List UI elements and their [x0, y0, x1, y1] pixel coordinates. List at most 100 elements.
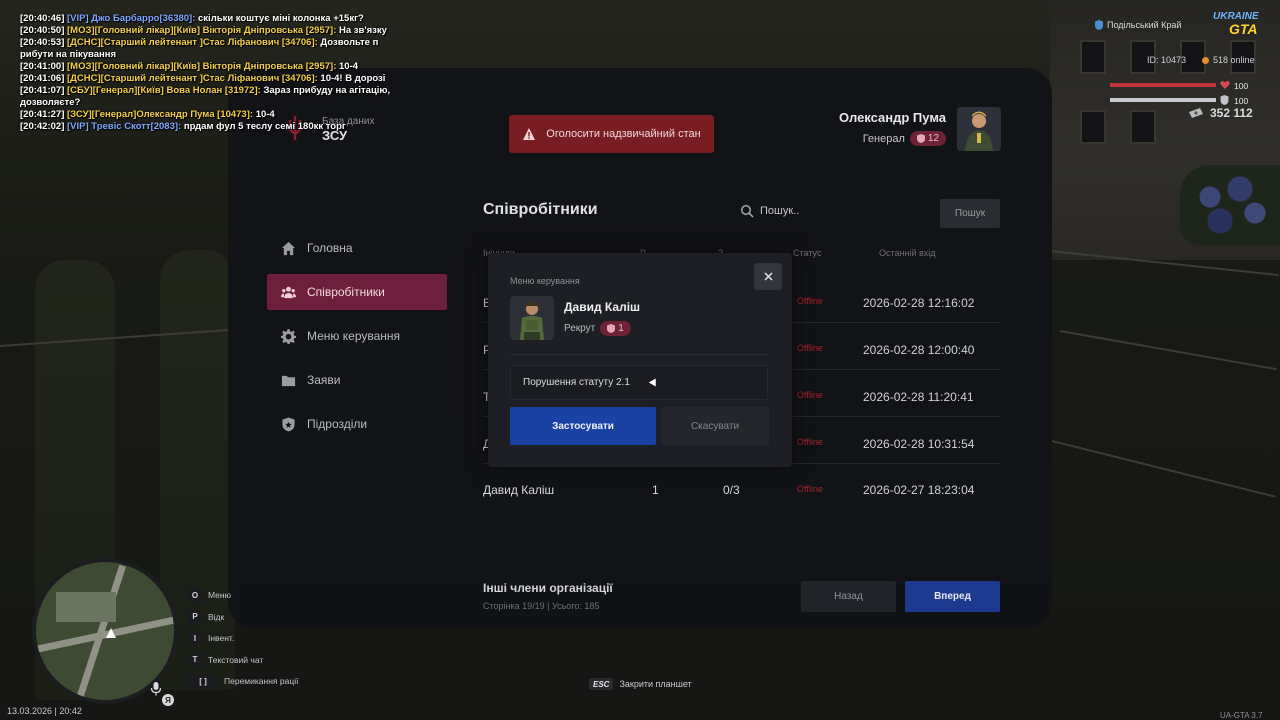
gear-icon	[281, 328, 296, 344]
hotkey-item: O Меню	[188, 588, 298, 602]
chat-message: [20:41:27] [ЗСУ][Генерал]Олександр Пума …	[20, 109, 275, 120]
current-user: Олександр Пума Генерал 12	[820, 106, 1004, 152]
hotkey-list: O Меню P Відк I Інвент. T Текстовий чат [ ] П…	[188, 588, 298, 696]
esc-key: ESC	[589, 678, 614, 690]
divider	[510, 354, 768, 355]
search-input[interactable]: Пошук..	[760, 205, 799, 217]
close-icon	[763, 272, 773, 281]
member-warns: 0/3	[723, 483, 740, 497]
user-rank: Генерал 12	[863, 131, 946, 146]
member-last-login: 2026-02-28 12:00:40	[863, 343, 975, 357]
voice-indicator: Я	[162, 694, 174, 706]
chat-message: [20:41:06] [ДСНС][Старший лейтенант ]Ста…	[20, 73, 386, 84]
member-name: Давид Каліш	[564, 300, 641, 314]
sidebar-item-label: Підрозділи	[307, 417, 368, 431]
member-rank: 1	[652, 483, 659, 497]
other-members-title: Інші члени організації	[483, 581, 613, 595]
apply-button[interactable]: Застосувати	[510, 407, 656, 445]
microphone-icon[interactable]	[150, 682, 162, 696]
hotkey-item: T Текстовий чат	[188, 652, 298, 667]
sidebar-item-employees[interactable]: Співробітники	[267, 274, 447, 310]
member-status: Offline	[797, 390, 823, 400]
rank-level-badge: 1	[600, 321, 631, 336]
sidebar-item-label: Заяви	[307, 373, 341, 387]
next-page-button[interactable]: Вперед	[905, 581, 1000, 612]
user-rank-label: Генерал	[862, 132, 905, 145]
member-last-login: 2026-02-28 10:31:54	[863, 437, 975, 451]
health-value: 100	[1234, 81, 1249, 91]
chat-log: [20:40:46] [VIP] Джо Барбарро[36380]: ск…	[20, 13, 410, 133]
player-arrow-icon	[106, 628, 116, 638]
search-icon	[740, 204, 754, 218]
armor-icon	[1220, 95, 1229, 105]
online-count: 518 online	[1202, 55, 1255, 65]
close-tablet-hint: ESC Закрити планшет	[589, 678, 692, 690]
hotkey-item: P Відк	[188, 609, 298, 624]
section-title: Співробітники	[483, 201, 598, 218]
member-rank-label: Рекрут	[564, 323, 596, 334]
member-status: Offline	[797, 484, 823, 494]
hotkey-item: I Інвент.	[188, 631, 298, 645]
shield-small-icon	[607, 324, 616, 333]
game-logo: UKRAINE GTA	[1213, 11, 1259, 37]
member-last-login: 2026-02-28 12:16:02	[863, 296, 975, 310]
reason-input[interactable]: Порушення статуту 2.1	[510, 365, 768, 400]
member-last-login: 2026-02-28 11:20:41	[863, 390, 974, 404]
region-shield-icon	[1095, 20, 1103, 30]
chat-message: [20:40:53] [ДСНС][Старший лейтенант ]Ста…	[20, 37, 379, 60]
folder-icon	[281, 375, 296, 386]
chat-message: [20:41:00] [МОЗ][Головний лікар][Київ] В…	[20, 61, 359, 72]
chat-message: [20:42:02] [VIP] Тревіс Скотт[2083]: прд…	[20, 121, 346, 132]
armor-value: 100	[1234, 96, 1249, 106]
version-label: UA-GTA 3.7	[1220, 711, 1263, 720]
region-indicator: Подільський Край	[1095, 20, 1181, 30]
hotkey-item: [ ] Перемикання рації	[188, 674, 298, 688]
sidebar-item-label: Меню керування	[307, 329, 401, 343]
column-header-last-login: Останній вхід	[879, 248, 936, 258]
sidebar-item-control-menu[interactable]: Меню керування	[267, 318, 447, 354]
cash-icon	[1189, 107, 1203, 118]
member-name: Давид Каліш	[483, 483, 555, 497]
home-icon	[281, 241, 296, 255]
users-icon	[281, 286, 296, 298]
prev-page-button[interactable]: Назад	[801, 581, 896, 612]
heart-icon	[1220, 80, 1230, 89]
user-avatar	[957, 107, 1001, 151]
member-status: Offline	[797, 296, 823, 306]
member-last-login: 2026-02-27 18:23:04	[863, 483, 975, 497]
sidebar-item-applications[interactable]: Заяви	[267, 362, 447, 398]
sidebar-item-units[interactable]: Підрозділи	[267, 406, 447, 442]
player-info: ID: 10473 518 online	[1147, 55, 1255, 65]
shield-small-icon	[916, 134, 925, 143]
member-rank: Рекрут 1	[564, 321, 631, 336]
shield-icon	[282, 416, 295, 432]
money-display: 352 112	[1188, 106, 1253, 120]
page-info: Сторінка 19/19 | Усього: 185	[483, 601, 600, 611]
player-id: ID: 10473	[1147, 55, 1187, 65]
sidebar-item-label: Співробітники	[307, 285, 385, 299]
declare-emergency-button[interactable]: Оголосити надзвичайний стан	[509, 115, 714, 153]
online-dot-icon	[1202, 56, 1210, 64]
member-avatar	[510, 296, 554, 340]
user-name: Олександр Пума	[839, 110, 946, 125]
chat-message: [20:40:46] [VIP] Джо Барбарро[36380]: ск…	[20, 13, 364, 24]
search-field[interactable]: Пошук..	[740, 200, 930, 222]
table-row[interactable]: Давид Каліш 1 0/3 Offline 2026-02-27 18:…	[483, 465, 1000, 511]
cancel-button[interactable]: Скасувати	[661, 407, 769, 445]
chat-message: [20:41:07] [СБУ][Генерал][Київ] Вова Нол…	[20, 85, 391, 108]
chat-message: [20:40:50] [МОЗ][Головний лікар][Київ] В…	[20, 25, 387, 36]
sidebar-nav: Головна Співробітники Меню керування Зая…	[267, 230, 447, 450]
close-button[interactable]	[754, 263, 782, 290]
armor-bar	[1110, 98, 1216, 102]
sidebar-item-home[interactable]: Головна	[267, 230, 447, 266]
date-time: 13.03.2026 | 20:42	[7, 706, 82, 716]
sidebar-item-label: Головна	[307, 241, 353, 255]
health-bar	[1110, 83, 1216, 87]
rank-level-badge: 12	[909, 131, 946, 146]
member-status: Offline	[797, 437, 823, 447]
emergency-label: Оголосити надзвичайний стан	[546, 128, 701, 140]
search-button[interactable]: Пошук	[940, 199, 1000, 228]
control-menu-modal: Меню керування Давид Каліш Рекрут 1 Пору…	[488, 253, 792, 467]
modal-title: Меню керування	[510, 276, 580, 286]
member-status: Offline	[797, 343, 823, 353]
